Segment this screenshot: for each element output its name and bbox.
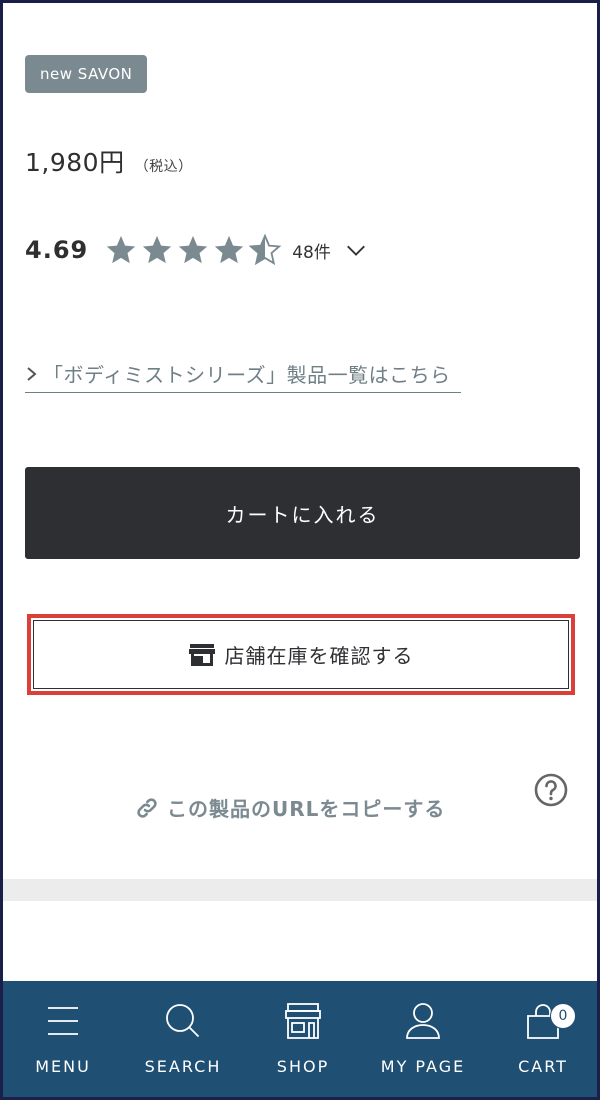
- rating[interactable]: 4.69 48件: [25, 233, 367, 267]
- review-count: 48件: [292, 242, 331, 263]
- check-store-stock-button[interactable]: 店舗在庫を確認する: [33, 620, 569, 689]
- series-list-link[interactable]: 「ボディミストシリーズ」製品一覧はこちら: [25, 359, 461, 393]
- chevron-down-icon[interactable]: [345, 239, 367, 261]
- nav-cart[interactable]: 0 CART: [483, 981, 597, 1097]
- menu-icon: [48, 1007, 78, 1035]
- nav-shop-label: SHOP: [276, 1057, 330, 1076]
- price: 1,980円 （税込）: [25, 143, 193, 179]
- nav-mypage-label: MY PAGE: [380, 1057, 466, 1076]
- product-page: new SAVON 1,980円 （税込） 4.69 48件 「ボディミストシリー…: [0, 0, 600, 1100]
- search-icon: [166, 1004, 200, 1038]
- section-divider: [3, 879, 597, 901]
- copy-url-link[interactable]: この製品のURLをコピーする: [135, 793, 445, 822]
- link-icon: [137, 797, 157, 818]
- nav-cart-label: CART: [518, 1057, 568, 1076]
- star-icon: [107, 235, 136, 264]
- half-star-icon: [248, 233, 282, 266]
- copy-url-label: この製品のURLをコピーする: [167, 797, 446, 821]
- nav-mypage[interactable]: MY PAGE: [363, 981, 483, 1097]
- nav-search-label: SEARCH: [144, 1057, 222, 1076]
- bottom-navigation: MENU SEARCH SHOP MY PAGE 0 CART: [3, 981, 597, 1097]
- nav-menu[interactable]: MENU: [3, 981, 123, 1097]
- series-link-label: 「ボディミストシリーズ」製品一覧はこちら: [43, 363, 451, 387]
- check-stock-label: 店舗在庫を確認する: [224, 644, 414, 668]
- star-icon: [143, 235, 172, 264]
- chevron-right-icon: [27, 366, 37, 381]
- help-icon[interactable]: [534, 773, 568, 807]
- shop-icon: [285, 1003, 321, 1039]
- star-icon: [179, 235, 208, 264]
- star-icon: [215, 235, 244, 264]
- add-to-cart-button[interactable]: カートに入れる: [25, 467, 580, 559]
- nav-shop[interactable]: SHOP: [243, 981, 363, 1097]
- nav-search[interactable]: SEARCH: [123, 981, 243, 1097]
- store-icon: [188, 643, 215, 666]
- rating-stars: [104, 233, 284, 267]
- tax-note: （税込）: [134, 159, 193, 175]
- user-icon: [406, 1003, 440, 1039]
- nav-menu-label: MENU: [35, 1057, 91, 1076]
- product-tag: new SAVON: [25, 55, 148, 93]
- price-value: 1,980円: [25, 148, 125, 177]
- cart-count-badge: 0: [550, 1003, 576, 1029]
- rating-score: 4.69: [25, 236, 89, 264]
